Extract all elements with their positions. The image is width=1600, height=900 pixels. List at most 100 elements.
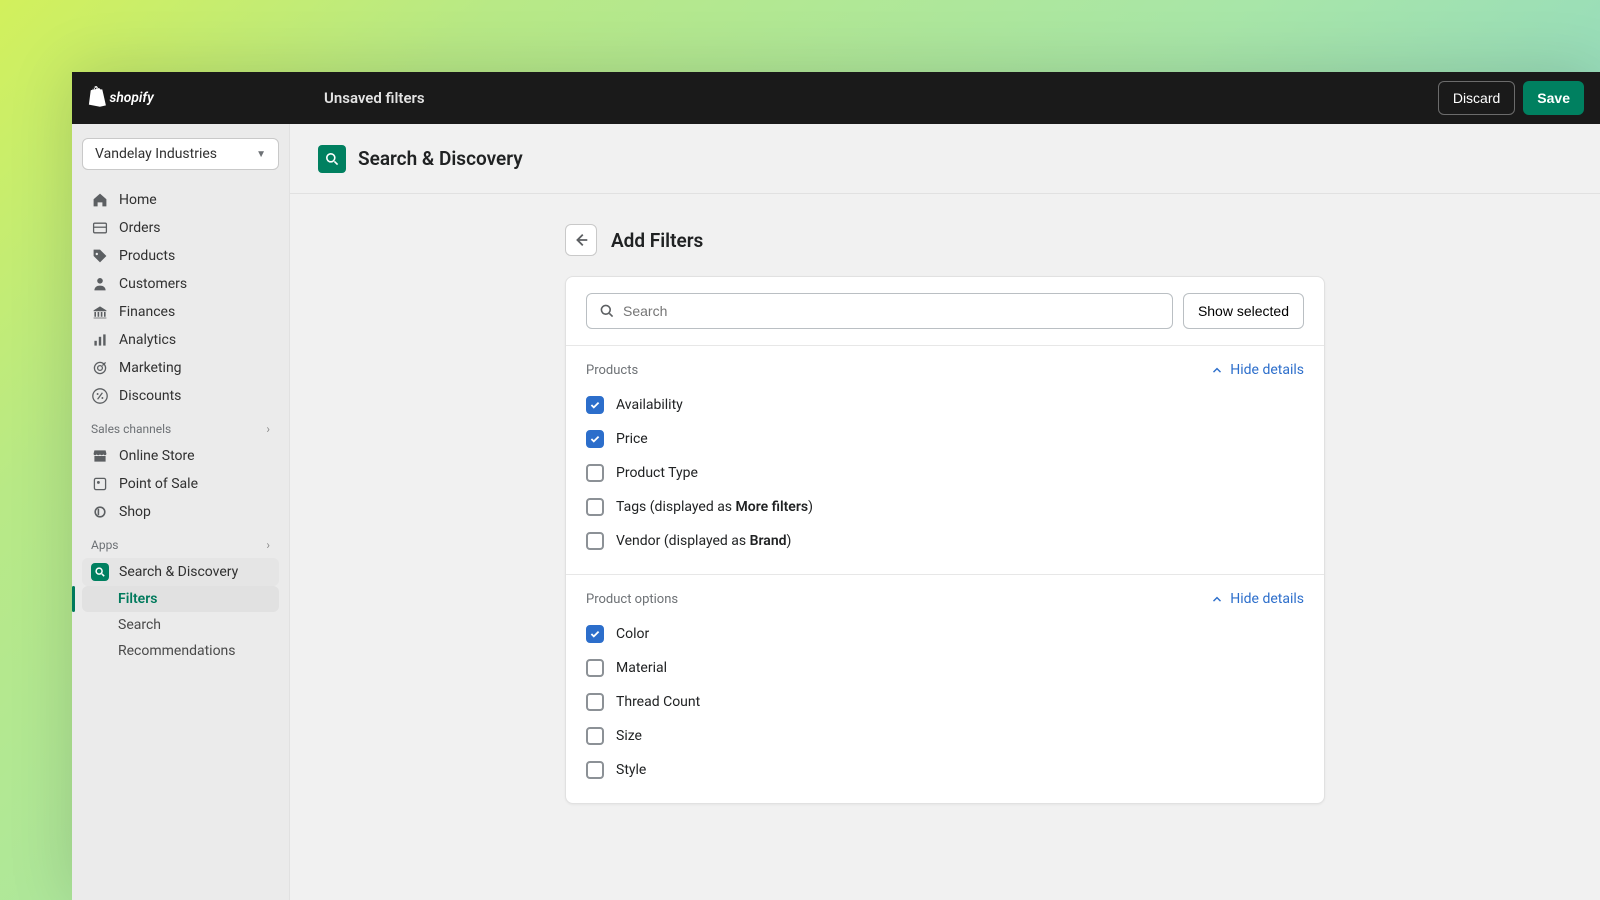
inbox-icon <box>91 219 109 237</box>
checkbox[interactable] <box>586 659 604 677</box>
page-header: Search & Discovery <box>290 124 1600 194</box>
sidebar-item-search-discovery[interactable]: Search & Discovery <box>82 558 279 586</box>
checkbox[interactable] <box>586 727 604 745</box>
page-title: Search & Discovery <box>358 147 523 170</box>
svg-text:shopify: shopify <box>109 90 155 106</box>
search-field-wrap[interactable] <box>586 293 1173 329</box>
filters-card: Show selected Products Hide details Availa… <box>565 276 1325 804</box>
hide-details-toggle[interactable]: Hide details <box>1210 591 1304 607</box>
sidebar-subitem-search[interactable]: Search <box>82 612 279 638</box>
sidebar-item-shop[interactable]: Shop <box>82 498 279 526</box>
filter-group-name: Products <box>586 363 638 378</box>
search-icon <box>599 303 615 319</box>
chevron-right-icon: › <box>266 422 270 436</box>
sales-channels-header[interactable]: Sales channels › <box>82 412 279 440</box>
apps-header[interactable]: Apps › <box>82 528 279 556</box>
sidebar-item-analytics[interactable]: Analytics <box>82 326 279 354</box>
main-nav: Home Orders Products Customers Finances Analy… <box>82 186 279 410</box>
filter-option[interactable]: Product Type <box>586 456 1304 490</box>
tag-icon <box>91 247 109 265</box>
chevron-up-icon <box>1210 592 1224 606</box>
person-icon <box>91 275 109 293</box>
content: Add Filters <box>290 194 1600 834</box>
search-section: Show selected <box>566 277 1324 346</box>
pos-icon <box>91 475 109 493</box>
checkbox[interactable] <box>586 625 604 643</box>
sidebar-item-products[interactable]: Products <box>82 242 279 270</box>
checkbox[interactable] <box>586 430 604 448</box>
filter-label: Tags (displayed as More filters) <box>616 499 813 515</box>
sidebar-item-label: Customers <box>119 276 187 292</box>
filter-option[interactable]: Size <box>586 719 1304 753</box>
subpage-title: Add Filters <box>611 229 703 252</box>
sidebar-item-marketing[interactable]: Marketing <box>82 354 279 382</box>
main: Search & Discovery Add Filters <box>290 124 1600 900</box>
filter-label: Size <box>616 728 642 744</box>
hide-details-toggle[interactable]: Hide details <box>1210 362 1304 378</box>
arrow-left-icon <box>572 231 590 249</box>
filter-label: Availability <box>616 397 683 413</box>
sidebar-item-finances[interactable]: Finances <box>82 298 279 326</box>
bars-icon <box>91 331 109 349</box>
filter-option[interactable]: Tags (displayed as More filters) <box>586 490 1304 524</box>
sidebar-item-discounts[interactable]: Discounts <box>82 382 279 410</box>
discard-button[interactable]: Discard <box>1438 81 1515 115</box>
filter-option[interactable]: Vendor (displayed as Brand) <box>586 524 1304 558</box>
sidebar-item-label: Shop <box>119 504 151 520</box>
filter-option[interactable]: Material <box>586 651 1304 685</box>
shopify-logo: shopify <box>88 85 178 111</box>
filter-label: Color <box>616 626 649 642</box>
sidebar-item-home[interactable]: Home <box>82 186 279 214</box>
show-selected-button[interactable]: Show selected <box>1183 293 1304 329</box>
checkbox[interactable] <box>586 464 604 482</box>
filter-option[interactable]: Availability <box>586 388 1304 422</box>
sidebar-subitem-filters[interactable]: Filters <box>82 586 279 612</box>
topbar: shopify Unsaved filters Discard Save <box>72 72 1600 124</box>
filter-group-header: Product options Hide details <box>586 591 1304 607</box>
filter-label: Price <box>616 431 648 447</box>
filter-label: Thread Count <box>616 694 700 710</box>
sidebar-item-label: Finances <box>119 304 175 320</box>
search-input[interactable] <box>623 303 1160 319</box>
store-selector[interactable]: Vandelay Industries ▼ <box>82 138 279 170</box>
target-icon <box>91 359 109 377</box>
filter-option[interactable]: Price <box>586 422 1304 456</box>
save-button[interactable]: Save <box>1523 81 1584 115</box>
filter-option[interactable]: Style <box>586 753 1304 787</box>
filter-group-header: Products Hide details <box>586 362 1304 378</box>
body: Vandelay Industries ▼ Home Orders Products… <box>72 124 1600 900</box>
apps-nav: Search & Discovery FiltersSearchRecommend… <box>82 558 279 664</box>
sidebar-item-label: Discounts <box>119 388 181 404</box>
store-icon <box>91 447 109 465</box>
back-button[interactable] <box>565 224 597 256</box>
store-name: Vandelay Industries <box>95 146 217 162</box>
sales-channels-nav: Online StorePoint of Sale Shop <box>82 442 279 526</box>
chevron-up-icon <box>1210 363 1224 377</box>
subpage-header: Add Filters <box>565 224 1325 256</box>
sidebar-item-online-store[interactable]: Online Store <box>82 442 279 470</box>
shop-icon <box>91 503 109 521</box>
search-discovery-icon <box>318 145 346 173</box>
sidebar-item-label: Search & Discovery <box>119 564 238 580</box>
topbar-actions: Discard Save <box>1438 81 1584 115</box>
filter-label: Style <box>616 762 646 778</box>
sidebar-item-label: Marketing <box>119 360 182 376</box>
sidebar-item-orders[interactable]: Orders <box>82 214 279 242</box>
sidebar-item-customers[interactable]: Customers <box>82 270 279 298</box>
filter-group-name: Product options <box>586 592 678 607</box>
checkbox[interactable] <box>586 532 604 550</box>
sidebar-item-label: Analytics <box>119 332 176 348</box>
unsaved-changes-label: Unsaved filters <box>324 89 425 107</box>
sidebar-item-pos[interactable]: Point of Sale <box>82 470 279 498</box>
filter-option[interactable]: Color <box>586 617 1304 651</box>
checkbox[interactable] <box>586 498 604 516</box>
chevron-right-icon: › <box>266 538 270 552</box>
checkbox[interactable] <box>586 396 604 414</box>
sidebar-item-label: Orders <box>119 220 161 236</box>
filter-option[interactable]: Thread Count <box>586 685 1304 719</box>
checkbox[interactable] <box>586 693 604 711</box>
sidebar-subitem-recommendations[interactable]: Recommendations <box>82 638 279 664</box>
checkbox[interactable] <box>586 761 604 779</box>
filter-group: Products Hide details Availability Price Pro… <box>566 346 1324 575</box>
chevron-down-icon: ▼ <box>256 149 266 160</box>
